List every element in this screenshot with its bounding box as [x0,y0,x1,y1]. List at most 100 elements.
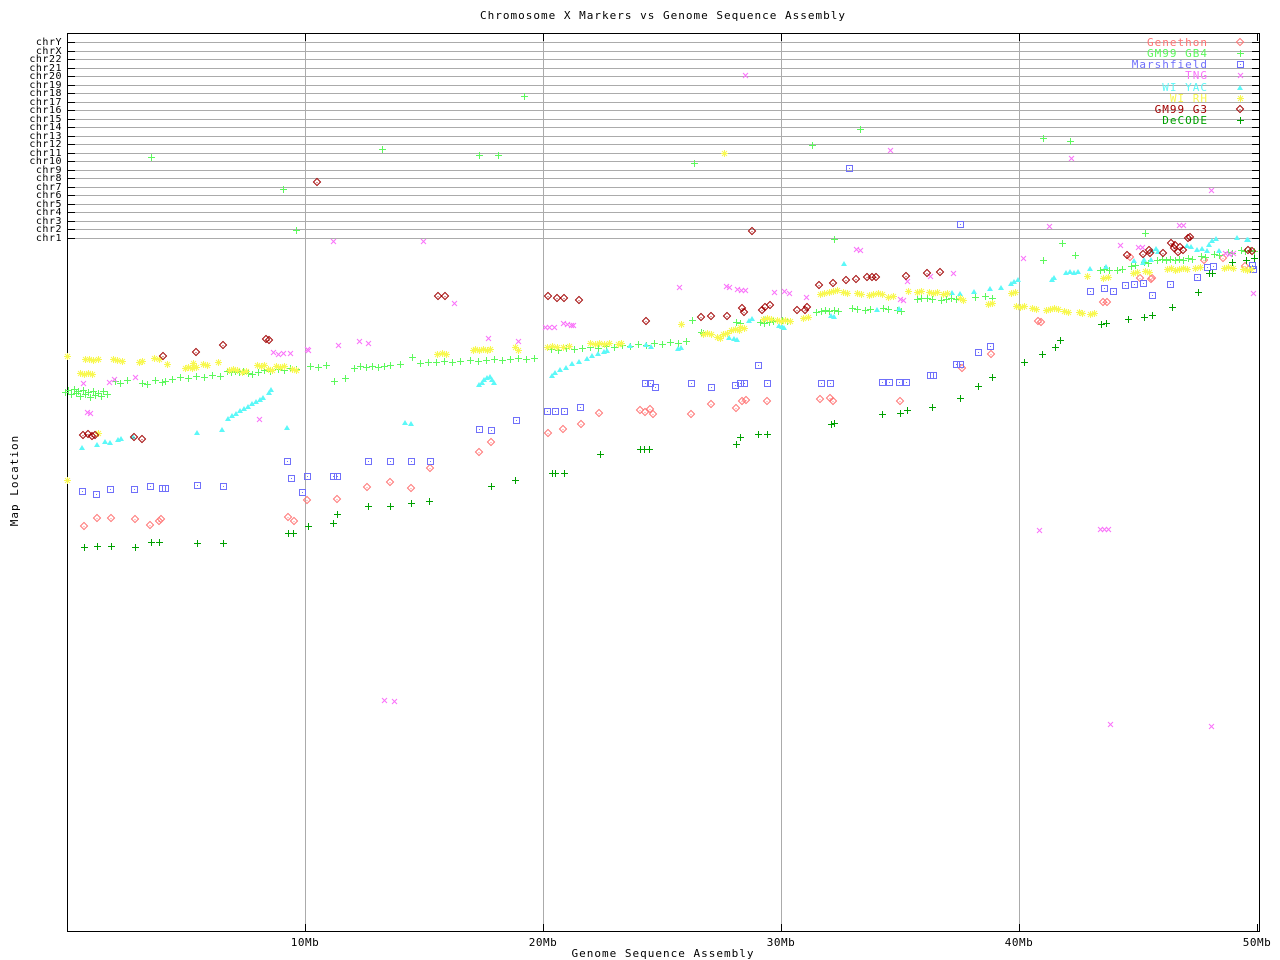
x-tick-bottom [781,924,782,932]
y-tick-right [1252,59,1260,60]
data-point-wi-yac [1087,266,1093,271]
y-tick-right [1252,119,1260,120]
x-tick-bottom [1257,924,1258,932]
data-point-wi-yac [874,307,880,312]
chromosome-gridline [67,204,1260,205]
y-tick-left [67,170,75,171]
data-point-marshfield [1167,281,1174,288]
x-tick-label: 50Mb [1242,936,1272,949]
data-point-marshfield [93,491,100,498]
data-point-marshfield [427,458,434,465]
data-point-wi-yac [971,289,977,294]
chromosome-gridline [67,144,1260,145]
x-tick-top [1257,33,1258,41]
y-tick-right [1252,204,1260,205]
data-point-marshfield [288,475,295,482]
y-axis-title: Map Location [8,434,22,527]
chromosome-gridline [67,195,1260,196]
data-point-marshfield [975,349,982,356]
data-point-wi-yac [569,361,575,366]
data-point-wi-yac [749,316,755,321]
x-gridline [1019,33,1020,932]
data-point-wi-yac [1051,275,1057,280]
data-point-wi-yac [79,445,85,450]
chromosome-gridline [67,136,1260,137]
data-point-marshfield [987,343,994,350]
y-tick-right [1252,238,1260,239]
data-point-wi-yac [1103,264,1109,269]
y-tick-right [1252,127,1260,128]
data-point-wi-yac [781,325,787,330]
y-tick-left [67,136,75,137]
y-tick-left [67,85,75,86]
x-tick-label: 40Mb [1004,936,1034,949]
data-point-marshfield [818,380,825,387]
y-tick-left [67,212,75,213]
data-point-marshfield [284,458,291,465]
y-tick-left [67,110,75,111]
y-tick-left [67,204,75,205]
data-point-marshfield [1101,285,1108,292]
y-tick-left [67,153,75,154]
data-point-wi-yac [1015,277,1021,282]
data-point-wi-yac [94,442,100,447]
data-point-wi-yac [1131,258,1137,263]
data-point-marshfield [107,486,114,493]
data-point-marshfield [147,483,154,490]
data-point-marshfield [488,427,495,434]
data-point-marshfield [957,361,964,368]
data-point-wi-yac [1153,246,1159,251]
y-tick-left [67,238,75,239]
data-point-marshfield [552,408,559,415]
data-point-marshfield [577,404,584,411]
data-point-wi-yac [648,344,654,349]
chromosome-gridline [67,229,1260,230]
data-point-wi-yac [678,345,684,350]
legend-item-decode: DeCODE [1162,114,1208,127]
y-tick-right [1252,195,1260,196]
x-tick-top [543,33,544,41]
data-point-marshfield [408,458,415,465]
y-tick-right [1252,102,1260,103]
x-tick-top [305,33,306,41]
data-point-marshfield [79,488,86,495]
x-tick-label: 20Mb [528,936,558,949]
data-point-marshfield [879,379,886,386]
y-tick-left [67,229,75,230]
data-point-wi-yac [118,436,124,441]
data-point-marshfield [1140,280,1147,287]
data-point-wi-yac [408,421,414,426]
chromosome-gridline [67,187,1260,188]
data-point-wi-yac [1234,235,1240,240]
y-tick-right [1252,229,1260,230]
data-point-wi-yac [998,285,1004,290]
data-point-wi-yac [1148,257,1154,262]
y-tick-left [67,144,75,145]
x-gridline [305,33,306,932]
data-point-wi-yac [604,348,610,353]
y-tick-right [1252,178,1260,179]
data-point-wi-yac [734,337,740,342]
y-tick-left [67,127,75,128]
data-point-marshfield [513,417,520,424]
chromosome-gridline [67,221,1260,222]
data-point-marshfield [708,384,715,391]
chromosome-gridline [67,238,1260,239]
chart-title: Chromosome X Markers vs Genome Sequence … [480,9,846,22]
data-point-wi-yac [260,395,266,400]
data-point-marshfield [1110,288,1117,295]
data-point-marshfield [1122,282,1129,289]
data-point-marshfield [561,408,568,415]
data-point-marshfield [688,380,695,387]
chromosome-gridline [67,212,1260,213]
data-point-wi-yac [841,261,847,266]
data-point-marshfield [1194,274,1201,281]
x-tick-bottom [1019,924,1020,932]
data-point-marshfield [827,380,834,387]
data-point-wi-yac [194,430,200,435]
data-point-wi-yac [1075,269,1081,274]
data-point-marshfield [544,408,551,415]
data-point-marshfield [387,458,394,465]
y-tick-left [67,93,75,94]
x-tick-label: 10Mb [290,936,320,949]
